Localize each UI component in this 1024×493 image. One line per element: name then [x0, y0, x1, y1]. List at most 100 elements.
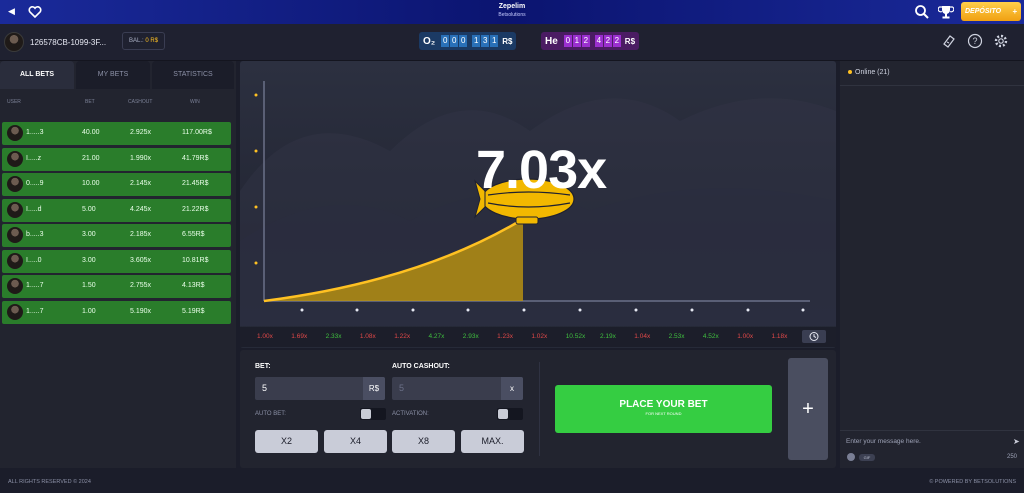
- username: 126578CB-1099-3F...: [30, 37, 107, 47]
- o2-digit: 0: [459, 35, 468, 47]
- o2-digit: 0: [450, 35, 459, 47]
- o2-currency: R$: [502, 36, 513, 46]
- bet-user: 1.....3: [26, 129, 44, 136]
- history-multiplier: 1.00x: [257, 333, 273, 340]
- settings-gear-icon[interactable]: [993, 33, 1009, 49]
- chat-char-count: 250: [1007, 454, 1018, 460]
- history-multiplier: 2.19x: [600, 333, 616, 340]
- history-multiplier: 10.52x: [565, 333, 586, 340]
- x8-button[interactable]: X8: [392, 430, 455, 453]
- auto-cashout-suffix: x: [501, 377, 523, 400]
- svg-text:?: ?: [972, 36, 977, 46]
- avatar: [7, 125, 23, 141]
- deposit-button[interactable]: DEPÓSITO +: [961, 2, 1021, 21]
- search-icon[interactable]: [914, 4, 930, 20]
- tab-all-bets[interactable]: ALL BETS: [0, 61, 74, 89]
- online-count: Online (21): [848, 69, 890, 76]
- bet-row: I.....0 3.00 3.605x 10.81R$: [2, 249, 231, 273]
- column-win: WIN: [190, 99, 200, 105]
- bet-user: 1.....7: [26, 282, 44, 289]
- gif-button[interactable]: GIF: [859, 454, 875, 461]
- tickets-icon[interactable]: [941, 33, 957, 49]
- chat-panel: Online (21) Enter your message here. ➤ G…: [840, 61, 1024, 468]
- bet-cashout: 2.145x: [130, 180, 152, 187]
- bet-panel: BET: 5 R$ AUTO CASHOUT: 5 x AUTO BET: AC…: [240, 350, 836, 468]
- auto-cashout-field[interactable]: 5 x: [392, 377, 523, 400]
- bet-row: 1.....7 1.50 2.755x 4.13R$: [2, 275, 231, 298]
- bet-amount: 1.00: [82, 307, 96, 315]
- bet-cashout: 1.990x: [130, 154, 152, 162]
- avatar: [4, 32, 24, 52]
- bet-win: 117.00R$: [182, 129, 212, 136]
- bet-win: 21.45R$: [182, 180, 209, 187]
- column-cashout: CASHOUT: [128, 99, 153, 105]
- bet-row: I.....z 21.00 1.990x 41.79R$: [2, 147, 231, 171]
- chat-message-input[interactable]: Enter your message here.: [846, 438, 921, 445]
- place-bet-label: PLACE YOUR BET: [619, 399, 708, 410]
- o2-digit: 1: [490, 35, 499, 47]
- bets-table-header: USER BET CASHOUT WIN: [0, 99, 236, 111]
- info-bar: 126578CB-1099-3F... BAL.: 0 R$ O₂ 0 0 0 …: [0, 24, 1024, 61]
- avatar: [7, 176, 23, 192]
- add-bet-button[interactable]: +: [788, 358, 828, 460]
- bet-row: 1.....3 40.00 2.925x 117.00R$: [2, 122, 231, 145]
- x2-button[interactable]: X2: [255, 430, 318, 453]
- bet-amount: 10.00: [82, 180, 100, 187]
- auto-bet-toggle[interactable]: [360, 408, 386, 420]
- powered-by-text: © POWERED BY BETSOLUTIONS: [929, 479, 1016, 485]
- bet-win: 21.22R$: [182, 205, 209, 213]
- chat-divider: [840, 85, 1024, 86]
- he-digit: 2: [603, 35, 612, 47]
- history-multiplier: 1.23x: [497, 333, 513, 340]
- bet-amount-field[interactable]: 5 R$: [255, 377, 385, 400]
- user-profile[interactable]: 126578CB-1099-3F...: [4, 30, 106, 54]
- game-area: 7.03x: [240, 61, 836, 348]
- avatar: [7, 278, 23, 294]
- emoji-icon[interactable]: [847, 453, 855, 461]
- bet-win: 4.13R$: [182, 282, 205, 289]
- o2-digit: 1: [472, 35, 481, 47]
- history-multiplier: 4.27x: [428, 333, 445, 340]
- game-title: Zepelim: [498, 3, 526, 10]
- avatar: [7, 227, 23, 243]
- bet-user: 0.....9: [26, 180, 44, 187]
- game-subtitle: Betsolutions: [498, 12, 526, 18]
- he-digit: 2: [581, 35, 590, 47]
- history-multiplier: 1.02x: [531, 333, 548, 340]
- online-dot-icon: [848, 70, 852, 74]
- history-button[interactable]: [802, 330, 826, 343]
- send-icon[interactable]: ➤: [1013, 437, 1020, 446]
- footer: ALL RIGHTS RESERVED © 2024 © POWERED BY …: [0, 472, 1024, 493]
- activation-label: ACTIVATION:: [392, 411, 429, 417]
- he-label: He: [545, 35, 558, 47]
- tab-my-bets[interactable]: MY BETS: [76, 61, 150, 89]
- history-multiplier: 1.04x: [634, 333, 651, 340]
- help-icon[interactable]: ?: [967, 33, 983, 49]
- place-bet-button[interactable]: PLACE YOUR BET FOR NEXT ROUND: [555, 385, 772, 433]
- multiplier-history: 1.00x 1.69x 2.33x 1.08x 1.22x 4.27x 2.93x 1.23x…: [240, 327, 836, 347]
- avatar: [7, 303, 23, 320]
- history-multiplier: 1.08x: [359, 333, 376, 340]
- online-text: Online (21): [855, 69, 890, 76]
- bet-user: I.....z: [26, 154, 42, 162]
- history-multiplier: 1.22x: [394, 333, 411, 340]
- bet-win: 41.79R$: [182, 154, 209, 162]
- history-multiplier: 2.33x: [325, 333, 342, 340]
- column-bet: BET: [85, 99, 95, 105]
- balance-value: 0 R$: [145, 38, 159, 44]
- chat-input-divider: [840, 430, 1024, 431]
- trophy-icon[interactable]: [938, 4, 954, 20]
- tab-statistics[interactable]: STATISTICS: [152, 61, 234, 89]
- current-multiplier: 7.03x: [476, 140, 607, 200]
- bet-win: 10.81R$: [182, 256, 209, 264]
- avatar: [7, 201, 23, 218]
- balance-label: BAL.:: [129, 38, 144, 44]
- max-button[interactable]: MAX.: [461, 430, 524, 453]
- x4-button[interactable]: X4: [324, 430, 387, 453]
- bet-amount-value: 5: [262, 383, 268, 393]
- activation-toggle[interactable]: [497, 408, 523, 420]
- o2-label: O₂: [423, 35, 436, 47]
- bet-row: I.....d 5.00 4.245x 21.22R$: [2, 198, 231, 222]
- bet-user: I.....0: [26, 256, 42, 264]
- bets-panel: ALL BETS MY BETS STATISTICS USER BET CAS…: [0, 61, 236, 468]
